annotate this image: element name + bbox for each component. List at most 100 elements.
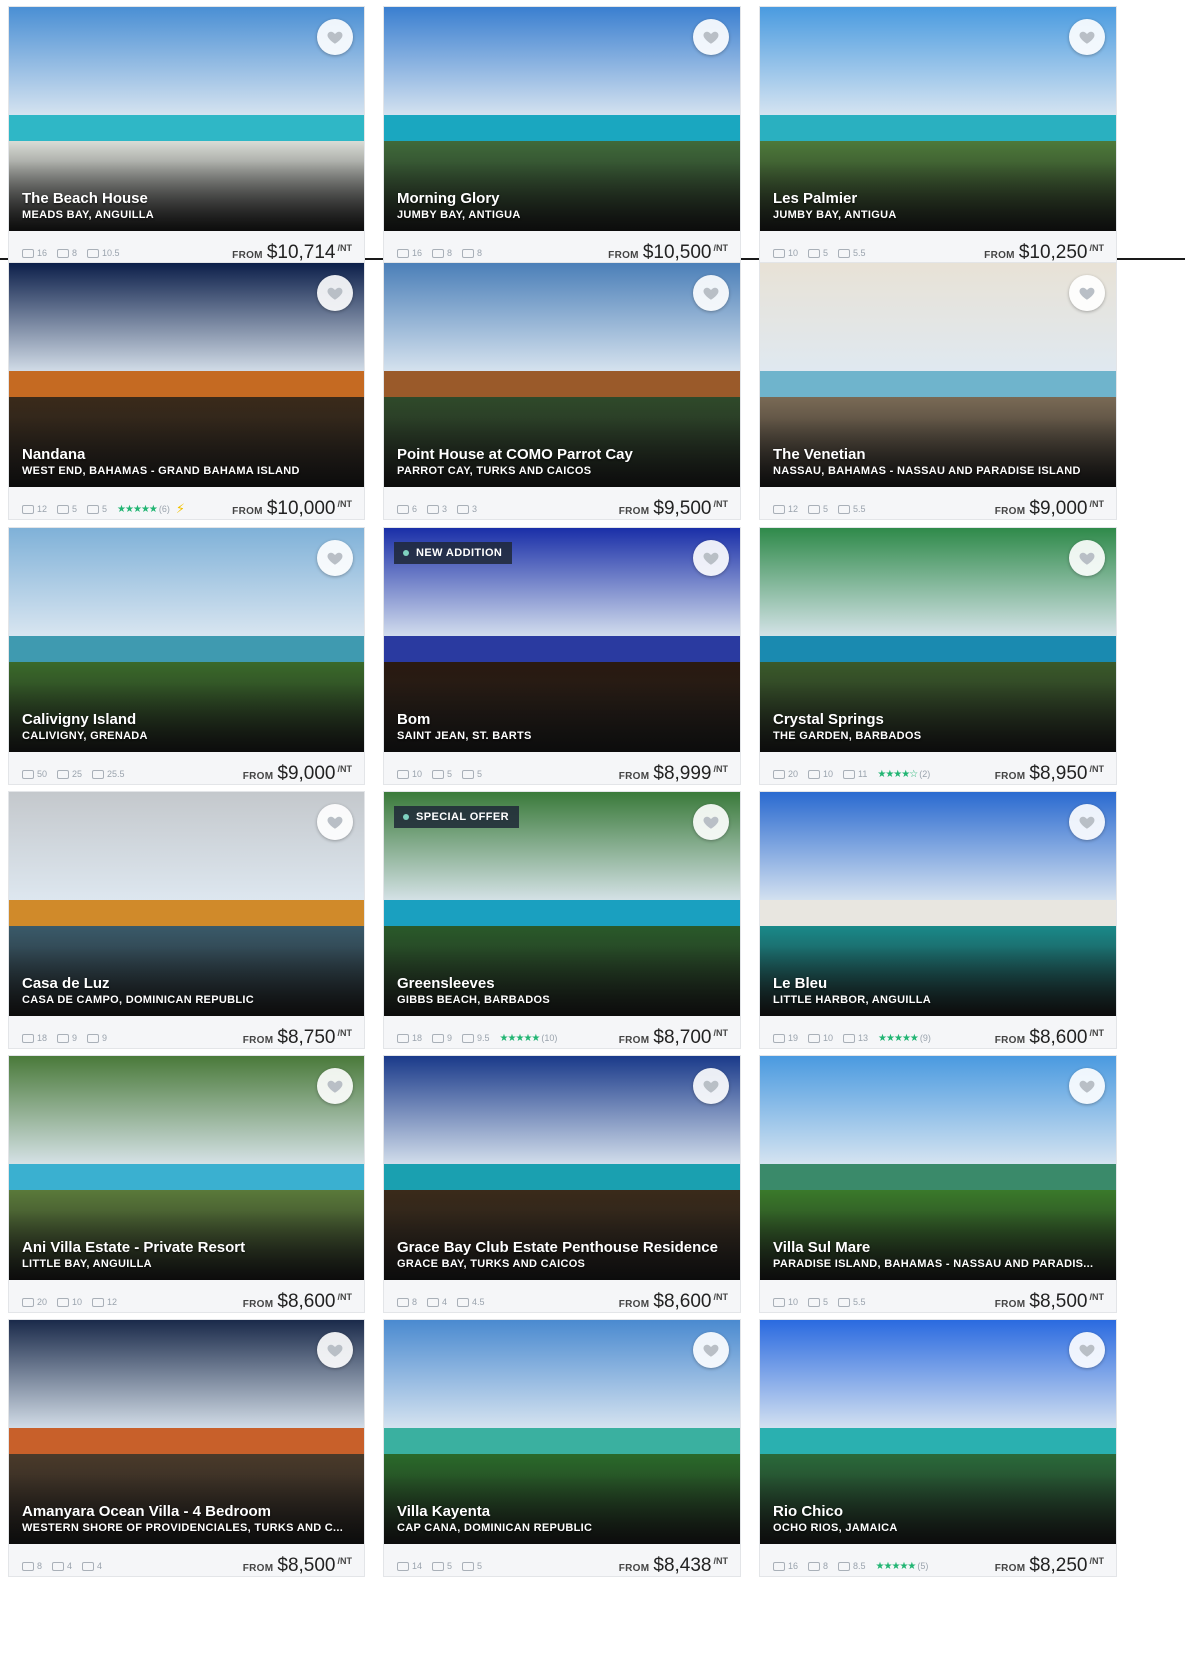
listing-photo[interactable]: Nandana WEST END, BAHAMAS - GRAND BAHAMA… — [9, 263, 364, 487]
bedrooms-count: 5 — [57, 504, 77, 514]
listing-title[interactable]: Bom — [397, 711, 728, 728]
listing-title[interactable]: Amanyara Ocean Villa - 4 Bedroom — [22, 1503, 352, 1520]
bedrooms-value: 8 — [72, 248, 78, 258]
listing-card[interactable]: Calivigny Island CALIVIGNY, GRENADA 50 2… — [8, 527, 365, 785]
guests-value: 10 — [788, 248, 799, 258]
favorite-heart-icon[interactable] — [317, 275, 353, 311]
listing-title[interactable]: The Venetian — [773, 446, 1104, 463]
listing-photo[interactable]: Villa Kayenta CAP CANA, DOMINICAN REPUBL… — [384, 1320, 740, 1544]
favorite-heart-icon[interactable] — [693, 275, 729, 311]
listing-location: SAINT JEAN, ST. BARTS — [397, 730, 532, 742]
favorite-heart-icon[interactable] — [1069, 1332, 1105, 1368]
favorite-heart-icon[interactable] — [317, 1068, 353, 1104]
listing-card[interactable]: Le Bleu LITTLE HARBOR, ANGUILLA 19 10 13… — [759, 791, 1117, 1049]
listing-title[interactable]: Morning Glory — [397, 190, 728, 207]
favorite-heart-icon[interactable] — [317, 19, 353, 55]
listing-title[interactable]: Villa Sul Mare — [773, 1239, 1104, 1256]
listing-photo[interactable]: Calivigny Island CALIVIGNY, GRENADA — [9, 528, 364, 752]
favorite-heart-icon[interactable] — [1069, 275, 1105, 311]
guests-count: 50 — [22, 769, 47, 779]
listing-title[interactable]: Les Palmier — [773, 190, 1104, 207]
listing-photo[interactable]: Ani Villa Estate - Private Resort LITTLE… — [9, 1056, 364, 1280]
listing-card[interactable]: Nandana WEST END, BAHAMAS - GRAND BAHAMA… — [8, 262, 365, 520]
listing-card[interactable]: Les Palmier JUMBY BAY, ANTIGUA 10 5 5.5 … — [759, 6, 1117, 264]
price-suffix: /NT — [337, 764, 353, 774]
guests-count: 16 — [773, 1561, 798, 1571]
listing-photo[interactable]: Crystal Springs THE GARDEN, BARBADOS — [760, 528, 1116, 752]
listing-photo[interactable]: Bom SAINT JEAN, ST. BARTS NEW ADDITION — [384, 528, 740, 752]
favorite-heart-icon[interactable] — [317, 1332, 353, 1368]
listing-card[interactable]: Crystal Springs THE GARDEN, BARBADOS 20 … — [759, 527, 1117, 785]
price-amount: $10,000 — [266, 498, 336, 519]
guests-count: 20 — [22, 1297, 47, 1307]
listing-title[interactable]: Le Bleu — [773, 975, 1104, 992]
listing-card[interactable]: Ani Villa Estate - Private Resort LITTLE… — [8, 1055, 365, 1313]
listing-photo[interactable]: Greensleeves GIBBS BEACH, BARBADOS SPECI… — [384, 792, 740, 1016]
bedrooms-count: 10 — [808, 769, 833, 779]
bath-icon — [87, 248, 100, 258]
listing-title[interactable]: Grace Bay Club Estate Penthouse Residenc… — [397, 1239, 728, 1256]
favorite-heart-icon[interactable] — [1069, 804, 1105, 840]
listing-title[interactable]: The Beach House — [22, 190, 352, 207]
guests-value: 8 — [37, 1561, 43, 1571]
bath-icon — [462, 1033, 475, 1043]
favorite-heart-icon[interactable] — [693, 19, 729, 55]
listing-title[interactable]: Point House at COMO Parrot Cay — [397, 446, 728, 463]
listing-photo[interactable]: Casa de Luz CASA DE CAMPO, DOMINICAN REP… — [9, 792, 364, 1016]
listing-card[interactable]: Morning Glory JUMBY BAY, ANTIGUA 16 8 8 … — [383, 6, 741, 264]
listing-title[interactable]: Rio Chico — [773, 1503, 1104, 1520]
listing-photo[interactable]: Morning Glory JUMBY BAY, ANTIGUA — [384, 7, 740, 231]
bed-icon — [808, 1297, 821, 1307]
listing-photo[interactable]: Les Palmier JUMBY BAY, ANTIGUA — [760, 7, 1116, 231]
listing-photo[interactable]: Rio Chico OCHO RIOS, JAMAICA — [760, 1320, 1116, 1544]
favorite-heart-icon[interactable] — [1069, 19, 1105, 55]
favorite-heart-icon[interactable] — [317, 804, 353, 840]
favorite-heart-icon[interactable] — [693, 804, 729, 840]
listing-card[interactable]: Greensleeves GIBBS BEACH, BARBADOS SPECI… — [383, 791, 741, 1049]
bedrooms-value: 10 — [823, 1033, 834, 1043]
listing-photo[interactable]: Amanyara Ocean Villa - 4 Bedroom WESTERN… — [9, 1320, 364, 1544]
photo-sky — [384, 1056, 740, 1173]
listing-card[interactable]: Amanyara Ocean Villa - 4 Bedroom WESTERN… — [8, 1319, 365, 1577]
photo-sky — [9, 792, 364, 909]
listing-card[interactable]: The Venetian NASSAU, BAHAMAS - NASSAU AN… — [759, 262, 1117, 520]
listing-photo[interactable]: The Venetian NASSAU, BAHAMAS - NASSAU AN… — [760, 263, 1116, 487]
listing-title[interactable]: Villa Kayenta — [397, 1503, 728, 1520]
favorite-heart-icon[interactable] — [1069, 540, 1105, 576]
listing-title[interactable]: Casa de Luz — [22, 975, 352, 992]
listing-card[interactable]: Grace Bay Club Estate Penthouse Residenc… — [383, 1055, 741, 1313]
listing-card[interactable]: Rio Chico OCHO RIOS, JAMAICA 16 8 8.5 ★★… — [759, 1319, 1117, 1577]
listing-photo[interactable]: The Beach House MEADS BAY, ANGUILLA — [9, 7, 364, 231]
listing-meta: 16 8 8 FROM $10,500 /NT — [397, 242, 728, 263]
listing-title[interactable]: Crystal Springs — [773, 711, 1104, 728]
listing-card[interactable]: Point House at COMO Parrot Cay PARROT CA… — [383, 262, 741, 520]
bed-icon — [432, 248, 445, 258]
bathrooms-count: 9.5 — [462, 1033, 490, 1043]
listing-title[interactable]: Ani Villa Estate - Private Resort — [22, 1239, 352, 1256]
price-amount: $9,000 — [277, 763, 336, 784]
listing-card[interactable]: The Beach House MEADS BAY, ANGUILLA 16 8… — [8, 6, 365, 264]
guests-value: 18 — [412, 1033, 423, 1043]
listing-photo[interactable]: Villa Sul Mare PARADISE ISLAND, BAHAMAS … — [760, 1056, 1116, 1280]
listing-title[interactable]: Calivigny Island — [22, 711, 352, 728]
favorite-heart-icon[interactable] — [317, 540, 353, 576]
price-amount: $10,500 — [642, 242, 712, 263]
bathrooms-count: 5.5 — [838, 248, 866, 258]
photo-sky — [760, 792, 1116, 909]
listing-card[interactable]: Villa Sul Mare PARADISE ISLAND, BAHAMAS … — [759, 1055, 1117, 1313]
listing-card[interactable]: Bom SAINT JEAN, ST. BARTS NEW ADDITION 1… — [383, 527, 741, 785]
favorite-heart-icon[interactable] — [693, 1332, 729, 1368]
listing-card[interactable]: Casa de Luz CASA DE CAMPO, DOMINICAN REP… — [8, 791, 365, 1049]
listing-photo[interactable]: Le Bleu LITTLE HARBOR, ANGUILLA — [760, 792, 1116, 1016]
bedrooms-count: 5 — [808, 504, 828, 514]
listing-title[interactable]: Nandana — [22, 446, 352, 463]
guests-icon — [397, 1297, 409, 1307]
price-suffix: /NT — [1089, 1556, 1105, 1566]
listing-photo[interactable]: Grace Bay Club Estate Penthouse Residenc… — [384, 1056, 740, 1280]
favorite-heart-icon[interactable] — [693, 540, 729, 576]
listing-card[interactable]: Villa Kayenta CAP CANA, DOMINICAN REPUBL… — [383, 1319, 741, 1577]
favorite-heart-icon[interactable] — [693, 1068, 729, 1104]
favorite-heart-icon[interactable] — [1069, 1068, 1105, 1104]
listing-photo[interactable]: Point House at COMO Parrot Cay PARROT CA… — [384, 263, 740, 487]
listing-title[interactable]: Greensleeves — [397, 975, 728, 992]
